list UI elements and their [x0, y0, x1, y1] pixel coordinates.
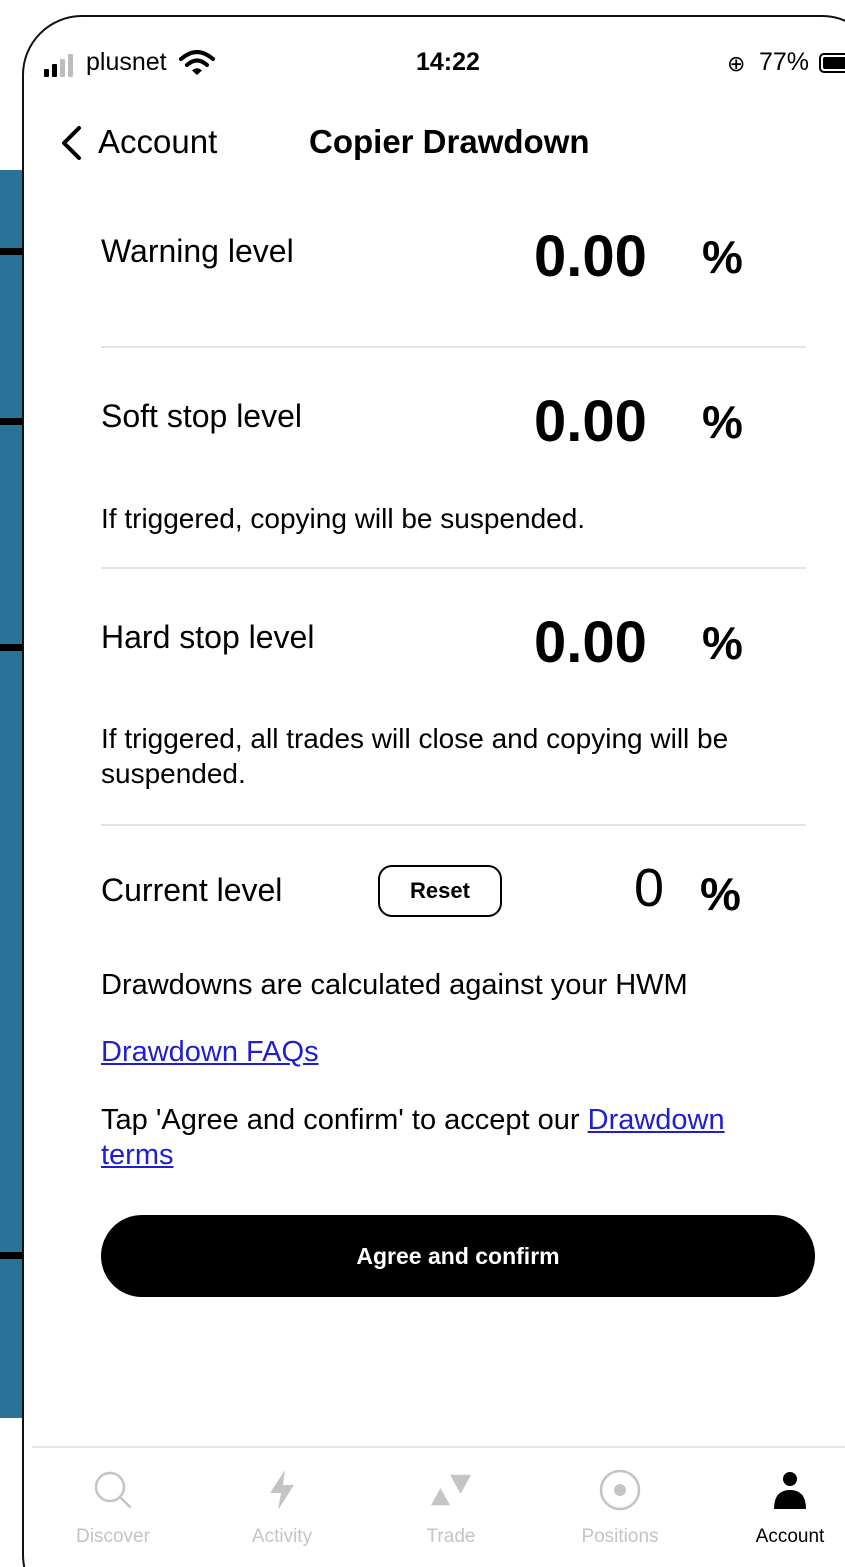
reset-button[interactable]: Reset [378, 865, 502, 917]
nav-bar: Account Copier Drawdown [24, 112, 845, 172]
tab-bar: Discover Activity Trade Positions Accoun… [32, 1446, 845, 1566]
warning-level-unit: % [702, 231, 743, 283]
phone-screen: plusnet 14:22 ⊕ 77% Account Copier Drawd… [22, 15, 845, 1567]
terms-text: Tap 'Agree and confirm' to accept our Dr… [101, 1103, 781, 1173]
search-icon [91, 1468, 135, 1512]
tab-label: Positions [581, 1526, 659, 1547]
current-level-label: Current level [101, 872, 283, 908]
tab-label: Discover [76, 1526, 150, 1547]
trade-icon [429, 1468, 473, 1512]
agree-confirm-button[interactable]: Agree and confirm [101, 1215, 815, 1297]
tab-discover[interactable]: Discover [38, 1448, 188, 1558]
tab-activity[interactable]: Activity [207, 1448, 357, 1558]
warning-level-label: Warning level [101, 233, 294, 269]
tab-account[interactable]: Account [715, 1448, 845, 1558]
warning-level-value[interactable]: 0.00 [534, 223, 647, 290]
soft-stop-level-label: Soft stop level [101, 398, 302, 434]
hwm-info-text: Drawdowns are calculated against your HW… [101, 969, 688, 1001]
tab-trade[interactable]: Trade [376, 1448, 526, 1558]
current-level-value: 0 [634, 858, 665, 918]
tab-label: Activity [251, 1526, 313, 1547]
rotation-lock-icon: ⊕ [727, 51, 746, 76]
lightning-icon [260, 1468, 304, 1512]
divider [101, 567, 806, 569]
divider [101, 824, 806, 826]
battery-percent: 77% [759, 48, 810, 76]
tab-label: Trade [426, 1526, 476, 1547]
person-icon [768, 1468, 812, 1512]
divider [101, 346, 806, 348]
hard-stop-level-value[interactable]: 0.00 [534, 609, 647, 676]
current-level-unit: % [700, 868, 741, 920]
hard-stop-level-label: Hard stop level [101, 619, 315, 655]
back-chevron-icon[interactable] [58, 125, 84, 161]
soft-stop-note: If triggered, copying will be suspended. [101, 503, 586, 534]
soft-stop-level-value[interactable]: 0.00 [534, 388, 647, 455]
terms-prefix: Tap 'Agree and confirm' to accept our [101, 1104, 588, 1136]
tab-label: Account [755, 1526, 825, 1547]
wifi-icon [179, 50, 215, 75]
tab-positions[interactable]: Positions [545, 1448, 695, 1558]
clock: 14:22 [416, 48, 480, 76]
page-title: Copier Drawdown [309, 123, 590, 160]
status-bar: plusnet 14:22 ⊕ 77% [24, 17, 845, 112]
soft-stop-level-unit: % [702, 396, 743, 448]
battery-icon [819, 53, 845, 73]
hard-stop-note: If triggered, all trades will close and … [101, 723, 729, 789]
carrier-name: plusnet [86, 48, 167, 76]
signal-icon [44, 54, 73, 77]
back-button[interactable]: Account [98, 123, 217, 161]
hard-stop-level-unit: % [702, 617, 743, 669]
positions-icon [598, 1468, 642, 1512]
drawdown-faqs-link[interactable]: Drawdown FAQs [101, 1036, 319, 1069]
